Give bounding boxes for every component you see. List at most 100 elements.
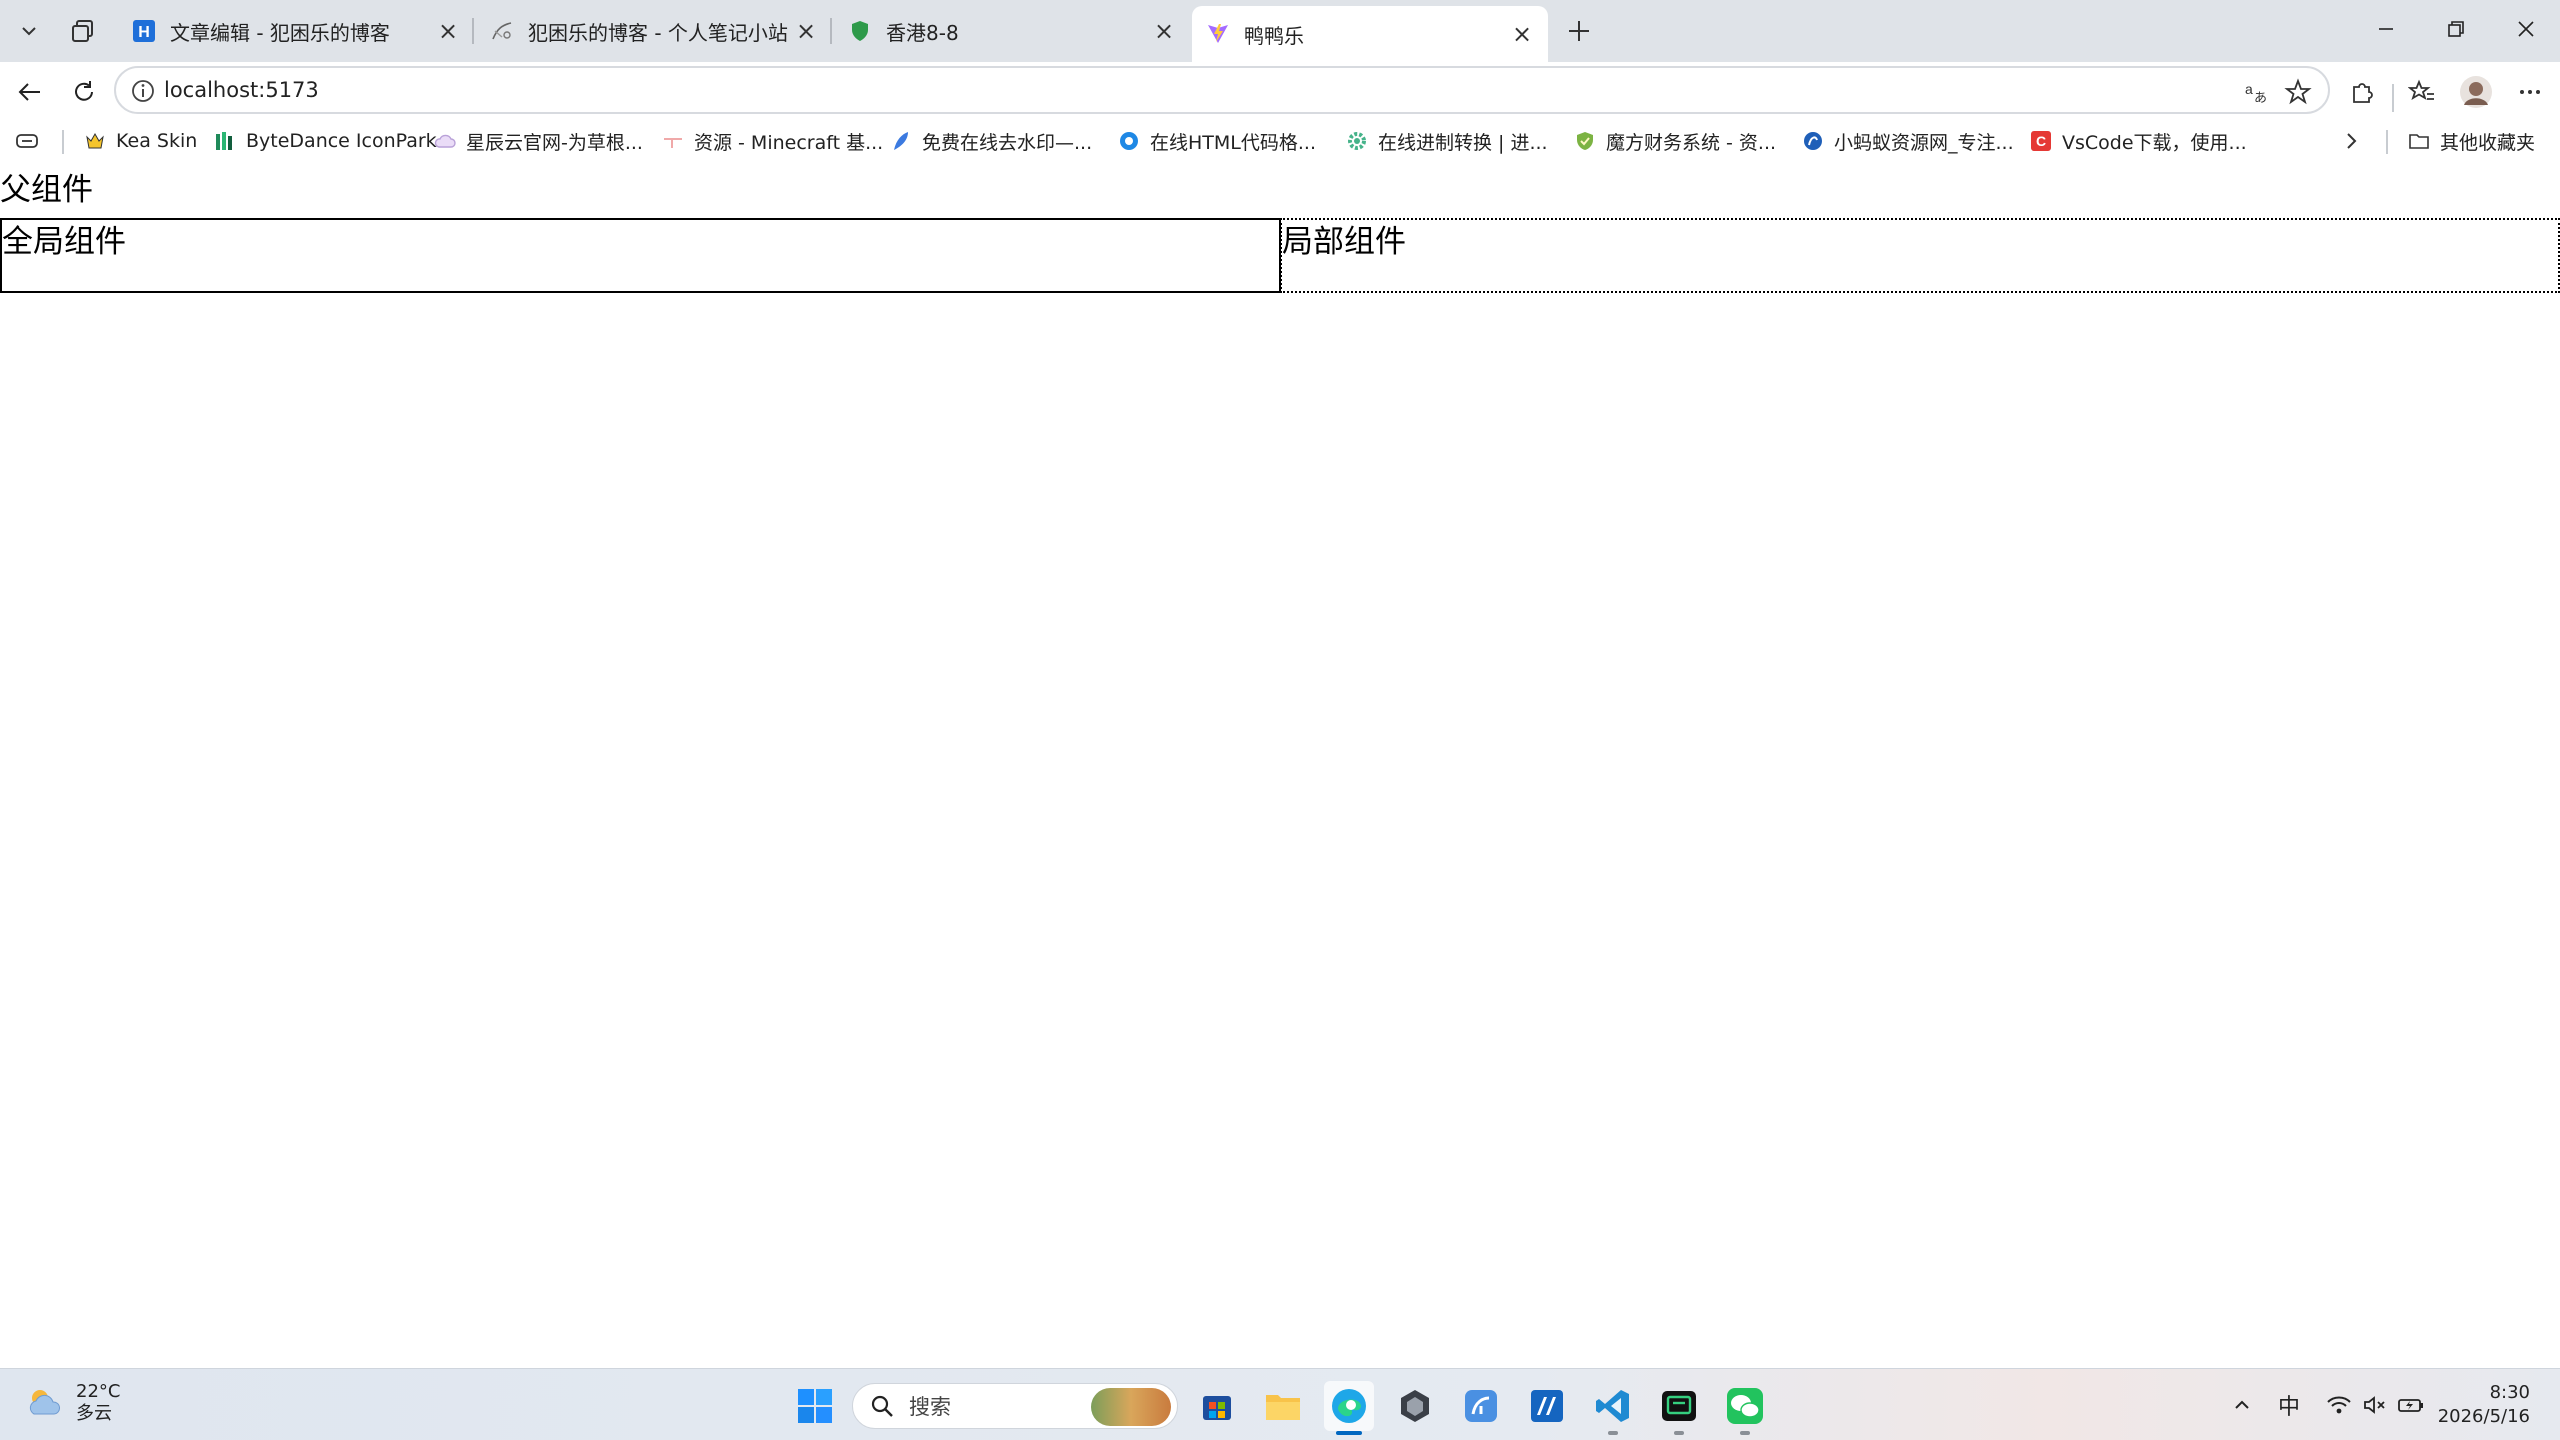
weather-temperature: 22°C xyxy=(76,1381,121,1402)
profile-button[interactable] xyxy=(2454,70,2498,114)
ime-indicator[interactable]: 中 xyxy=(2272,1385,2306,1425)
minecraft-icon xyxy=(662,130,684,152)
parent-component-title: 父组件 xyxy=(0,172,93,208)
bookmark-item[interactable]: 免费在线去水印—... xyxy=(890,124,1092,158)
new-tab-button[interactable] xyxy=(1556,10,1602,52)
taskbar-app-blue[interactable] xyxy=(1456,1381,1506,1431)
arrow-left-icon xyxy=(18,83,40,101)
chevron-up-icon xyxy=(2235,1400,2249,1409)
svg-text:H: H xyxy=(138,24,150,41)
html-format-icon xyxy=(1118,130,1140,152)
info-icon[interactable] xyxy=(130,78,156,104)
tab-title: 犯困乐的博客 - 个人笔记小站 xyxy=(528,20,788,45)
store-icon xyxy=(1203,1396,1231,1420)
h-logo-icon: H xyxy=(132,19,156,43)
translate-icon[interactable]: aあ xyxy=(2240,76,2272,108)
bookmark-apps[interactable] xyxy=(14,124,40,158)
show-hidden-icons-button[interactable] xyxy=(2226,1385,2258,1425)
bookmark-item[interactable]: 星辰云官网-为草根... xyxy=(434,124,643,158)
tab-separator xyxy=(830,18,832,44)
url-text[interactable]: localhost:5173 xyxy=(164,76,319,104)
tab-blog-home[interactable]: 犯困乐的博客 - 个人笔记小站 × xyxy=(476,8,832,54)
taskbar-app-dark[interactable] xyxy=(1390,1381,1440,1431)
tab-list-button[interactable] xyxy=(6,10,52,52)
close-icon[interactable]: × xyxy=(794,17,818,45)
address-bar-row: localhost:5173 aあ xyxy=(0,62,2560,118)
bookmark-item[interactable]: ByteDance IconPark xyxy=(214,124,437,158)
bookmark-item[interactable]: 小蚂蚁资源网_专注... xyxy=(1802,124,2014,158)
battery-charging-icon[interactable] xyxy=(2394,1385,2428,1425)
bookmark-item[interactable]: 在线进制转换 | 进... xyxy=(1346,124,1548,158)
bookmarks-overflow-button[interactable] xyxy=(2340,124,2362,158)
clock-date: 2026/5/16 xyxy=(2437,1406,2530,1427)
close-window-button[interactable] xyxy=(2492,6,2560,52)
tab-strip: H 文章编辑 - 犯困乐的博客 × 犯困乐的博客 - 个人笔记小站 × 香港8-… xyxy=(0,0,2560,62)
bookmark-item[interactable]: 资源 - Minecraft 基... xyxy=(662,124,883,158)
other-favorites-folder[interactable]: 其他收藏夹 xyxy=(2408,124,2535,158)
favorites-button[interactable] xyxy=(2400,70,2444,114)
sketch-icon xyxy=(490,19,514,43)
tab-article-edit[interactable]: H 文章编辑 - 犯困乐的博客 × xyxy=(118,8,474,54)
iconpark-icon xyxy=(214,130,236,152)
feather-icon xyxy=(890,130,912,152)
close-icon[interactable]: × xyxy=(1152,17,1176,45)
gear-icon xyxy=(1346,130,1368,152)
vscode-icon xyxy=(1596,1390,1629,1422)
close-icon[interactable]: × xyxy=(1510,20,1534,48)
local-component-label: 局部组件 xyxy=(1282,224,1406,260)
more-horizontal-icon xyxy=(2520,90,2540,94)
global-component-label: 全局组件 xyxy=(2,224,126,260)
taskbar-vscode[interactable] xyxy=(1588,1381,1638,1435)
weather-description: 多云 xyxy=(76,1403,112,1424)
avatar-icon xyxy=(2460,76,2492,108)
extensions-button[interactable] xyxy=(2340,70,2384,114)
bookmark-item[interactable]: C VsCode下载，使用... xyxy=(2030,124,2247,158)
svg-text:C: C xyxy=(2036,133,2046,149)
clock-time: 8:30 xyxy=(2489,1382,2530,1403)
bookmark-item[interactable]: Kea Skin xyxy=(84,124,197,158)
puzzle-icon xyxy=(2353,83,2373,103)
url-field[interactable]: localhost:5173 aあ xyxy=(114,66,2330,114)
taskbar-terminal[interactable] xyxy=(1654,1381,1704,1435)
tab-actions-icon xyxy=(16,134,38,148)
vite-icon xyxy=(1206,22,1230,46)
reload-button[interactable] xyxy=(62,70,106,114)
svg-text:a: a xyxy=(2245,81,2253,97)
bookmark-separator xyxy=(2386,130,2388,154)
system-clock[interactable]: 8:30 2026/5/16 xyxy=(2438,1381,2530,1429)
start-button[interactable] xyxy=(790,1381,840,1431)
bookmark-item[interactable]: 魔方财务系统 - 资... xyxy=(1574,124,1776,158)
back-button[interactable] xyxy=(8,70,52,114)
restore-button[interactable] xyxy=(2422,6,2490,52)
close-icon[interactable]: × xyxy=(436,17,460,45)
volume-muted-icon[interactable] xyxy=(2358,1385,2392,1425)
wifi-icon[interactable] xyxy=(2322,1385,2356,1425)
collections-button[interactable] xyxy=(60,10,106,52)
running-indicator xyxy=(1608,1431,1618,1435)
hexagon-app-icon xyxy=(1401,1390,1429,1422)
taskbar-app-navy[interactable] xyxy=(1522,1381,1572,1431)
global-component-box: 全局组件 xyxy=(0,218,1281,293)
taskbar-wechat[interactable] xyxy=(1720,1381,1770,1435)
bookmark-separator xyxy=(62,130,64,154)
bookmark-item[interactable]: 在线HTML代码格... xyxy=(1118,124,1316,158)
partly-cloudy-icon xyxy=(29,1390,60,1415)
tab-active-yayale[interactable]: 鸭鸭乐 × xyxy=(1192,6,1548,62)
active-indicator xyxy=(1336,1431,1362,1435)
tab-hongkong[interactable]: 香港8-8 × xyxy=(834,8,1190,54)
blue-app-icon xyxy=(1465,1390,1497,1422)
taskbar-edge[interactable] xyxy=(1324,1381,1374,1435)
more-button[interactable] xyxy=(2508,70,2552,114)
minimize-button[interactable] xyxy=(2352,6,2420,52)
taskbar-file-explorer[interactable] xyxy=(1258,1381,1308,1431)
taskbar-store[interactable] xyxy=(1192,1381,1242,1431)
star-icon[interactable] xyxy=(2282,76,2314,108)
search-placeholder: 搜索 xyxy=(909,1395,951,1419)
folder-icon xyxy=(2408,130,2430,152)
taskbar-search[interactable]: 搜索 xyxy=(852,1383,1178,1429)
bookmarks-bar: Kea Skin ByteDance IconPark 星辰云官网-为草根...… xyxy=(0,118,2560,164)
page-content: 父组件 全局组件 局部组件 xyxy=(0,164,2560,1368)
wechat-icon xyxy=(1727,1388,1763,1424)
weather-widget[interactable]: 22°C 多云 xyxy=(24,1381,120,1425)
running-indicator xyxy=(1740,1431,1750,1435)
